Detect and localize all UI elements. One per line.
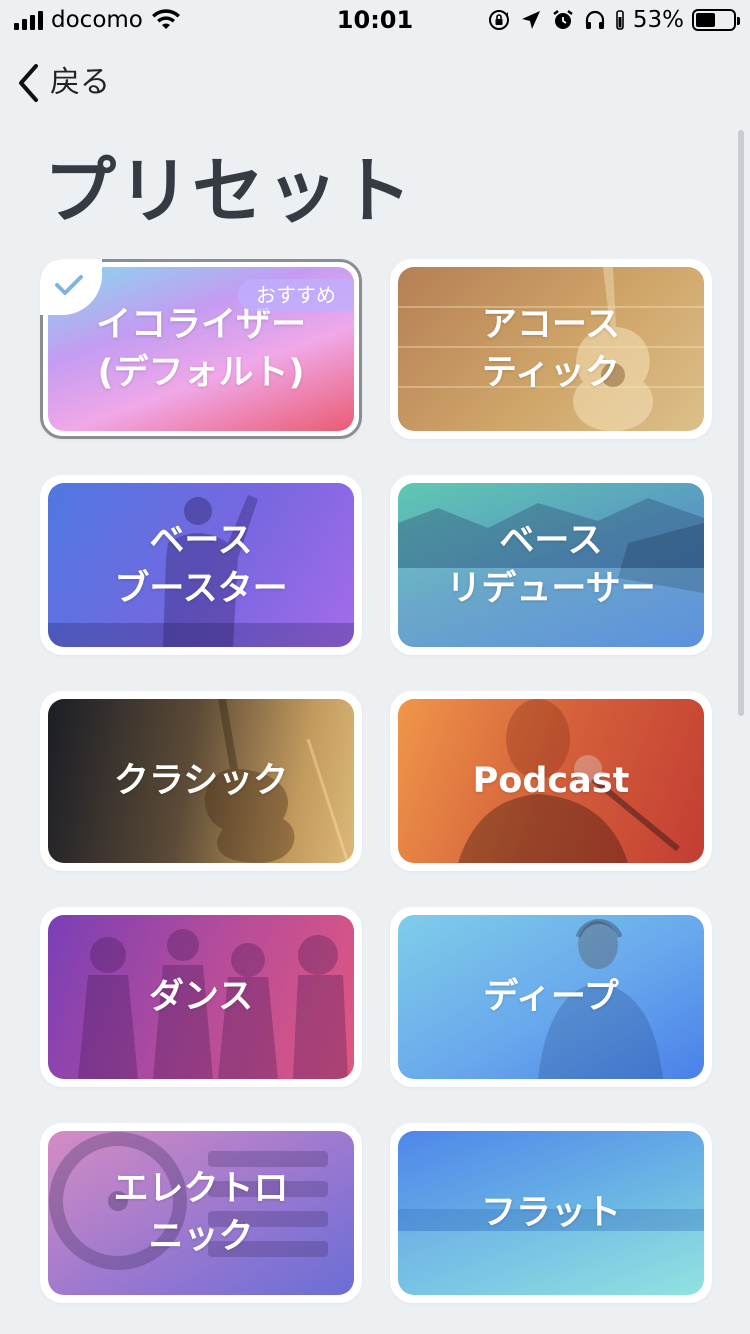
preset-card-flat[interactable]: フラット	[390, 1123, 712, 1303]
preset-card-deep[interactable]: ディープ	[390, 907, 712, 1087]
preset-card-acoustic-art: アコース ティック	[398, 267, 704, 431]
preset-card-podcast-art: Podcast	[398, 699, 704, 863]
battery-percent: 53%	[632, 7, 684, 33]
preset-card-podcast[interactable]: Podcast	[390, 691, 712, 871]
preset-card-bass-booster-art: ベース ブースター	[48, 483, 354, 647]
preset-card-acoustic[interactable]: アコース ティック	[390, 259, 712, 439]
battery-fill	[696, 13, 715, 27]
page-title: プリセット	[44, 149, 415, 233]
preset-card-default[interactable]: おすすめ イコライザー (デフォルト)	[40, 259, 362, 439]
battery-icon	[692, 9, 740, 31]
recommended-badge: おすすめ	[238, 279, 354, 311]
preset-label: クラシック	[113, 761, 289, 801]
preset-card-flat-art: フラット	[398, 1131, 704, 1295]
back-button[interactable]: 戻る	[14, 62, 110, 104]
preset-card-classic[interactable]: クラシック	[40, 691, 362, 871]
headphones-icon	[585, 10, 604, 29]
status-bar: docomo 10:01 53%	[0, 0, 750, 40]
preset-label: アコース ティック	[481, 305, 621, 393]
preset-card-dance-art: ダンス	[48, 915, 354, 1079]
presets-screen: docomo 10:01 53% 戻る プリセット おすすめ イコライザー (デ…	[0, 0, 750, 1334]
preset-label: フラット	[480, 1193, 621, 1233]
preset-label: ベース ブースター	[114, 521, 288, 609]
back-label: 戻る	[50, 65, 110, 100]
preset-label: ディープ	[483, 977, 619, 1017]
preset-card-bass-booster[interactable]: ベース ブースター	[40, 475, 362, 655]
preset-label: Podcast	[472, 761, 630, 801]
preset-card-electronic[interactable]: エレクトロ ニック	[40, 1123, 362, 1303]
alarm-icon	[553, 10, 573, 29]
orientation-lock-icon	[488, 10, 509, 30]
preset-card-bass-reducer-art: ベース リデューサー	[398, 483, 704, 647]
preset-label: エレクトロ ニック	[113, 1169, 289, 1257]
preset-card-bass-reducer[interactable]: ベース リデューサー	[390, 475, 712, 655]
location-icon	[521, 11, 540, 29]
preset-label: イコライザー (デフォルト)	[95, 305, 306, 393]
charging-indicator-icon	[616, 10, 624, 30]
preset-card-dance[interactable]: ダンス	[40, 907, 362, 1087]
preset-card-deep-art: ディープ	[398, 915, 704, 1079]
preset-card-electronic-art: エレクトロ ニック	[48, 1131, 354, 1295]
chevron-left-icon	[19, 64, 38, 102]
status-right: 53%	[487, 6, 740, 34]
preset-card-classic-art: クラシック	[48, 699, 354, 863]
preset-label: ダンス	[148, 977, 254, 1017]
scroll-indicator[interactable]	[738, 130, 744, 716]
preset-label: ベース リデューサー	[446, 521, 656, 609]
checkmark-icon	[55, 275, 83, 295]
